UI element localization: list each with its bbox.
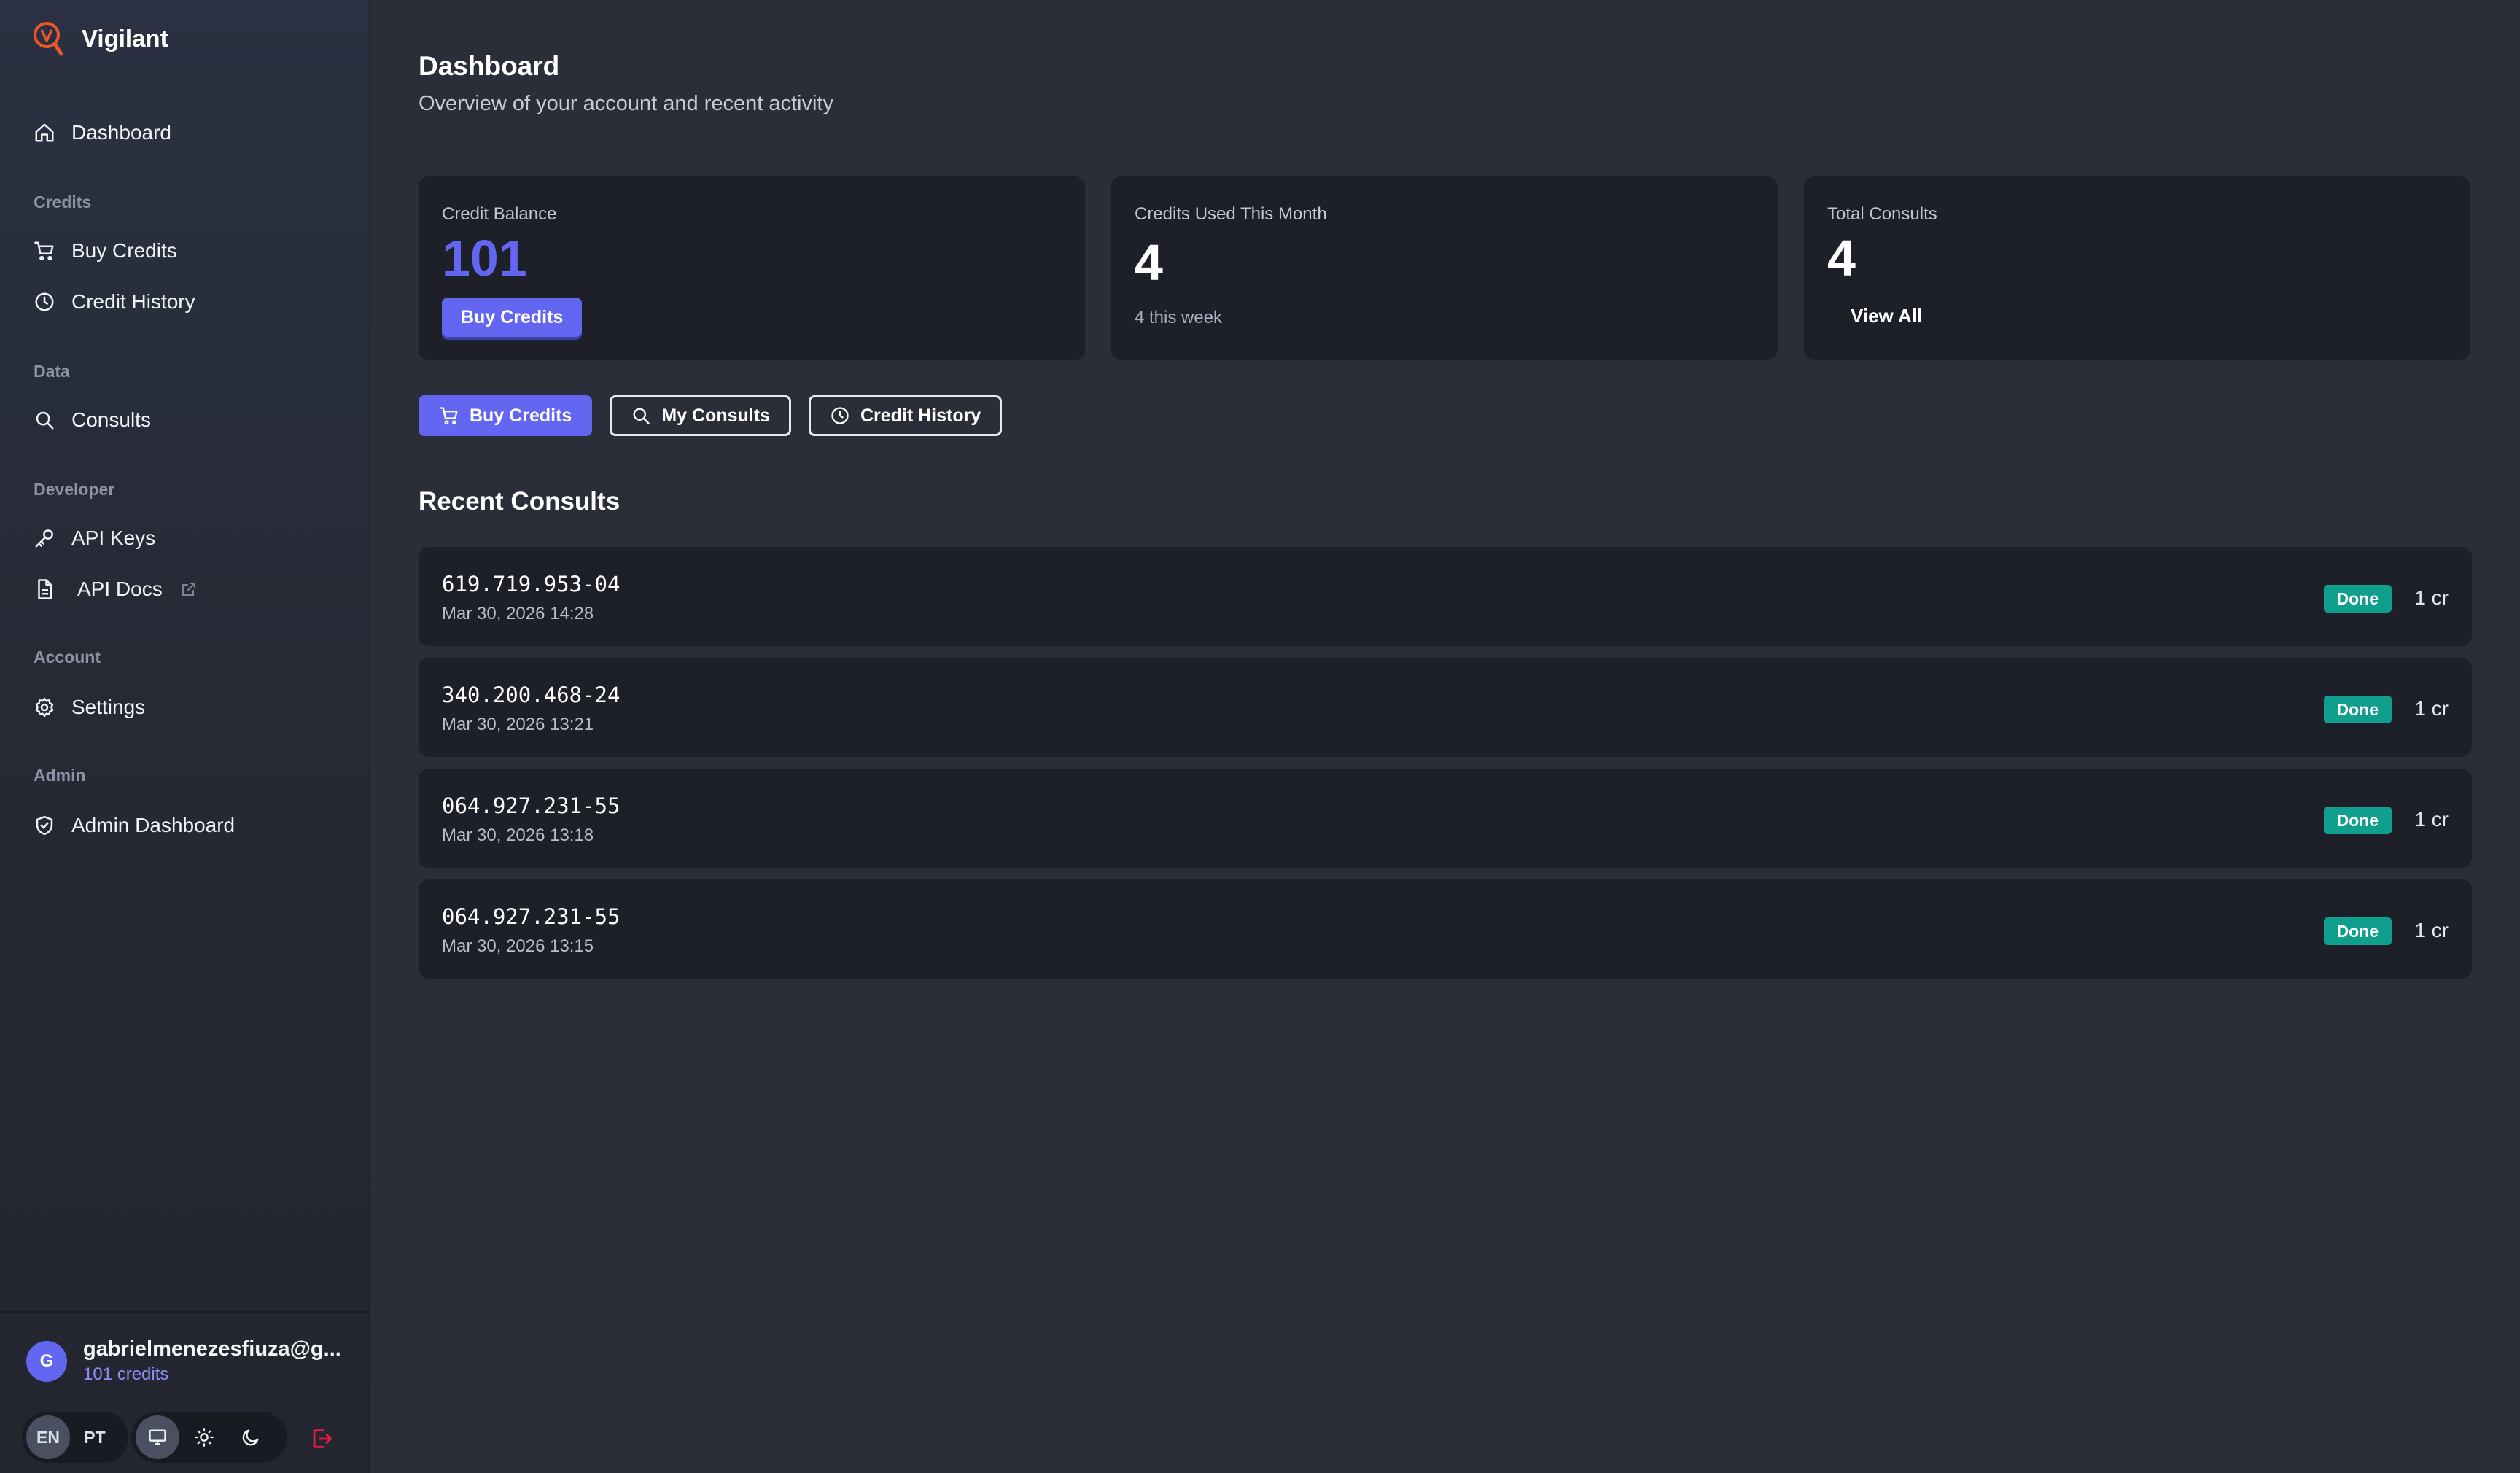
logout-icon[interactable] — [309, 1426, 334, 1451]
sidebar-item-settings[interactable]: Settings — [34, 696, 145, 719]
sidebar-item-api-keys[interactable]: API Keys — [34, 526, 155, 550]
sidebar-section-credits: Credits — [34, 193, 92, 211]
sidebar: Vigilant Dashboard Credits Buy Credits C… — [0, 0, 370, 1473]
status-badge: Done — [2323, 585, 2392, 613]
consult-id: 064.927.231-55 — [442, 793, 621, 818]
sidebar-item-label: API Docs — [77, 578, 163, 600]
user-credits: 101 credits — [83, 1364, 169, 1384]
credits-used-card: Credits Used This Month 4 4 this week — [1111, 176, 1778, 360]
language-pt-button[interactable]: PT — [73, 1415, 117, 1459]
home-icon — [35, 123, 54, 142]
sidebar-item-consults[interactable]: Consults — [34, 408, 151, 432]
theme-dark-button[interactable] — [229, 1415, 273, 1459]
status-badge: Done — [2323, 917, 2392, 945]
card-label: Credits Used This Month — [1135, 204, 1327, 224]
view-all-link[interactable]: View All — [1851, 305, 1922, 327]
sidebar-item-label: API Keys — [71, 526, 156, 549]
sidebar-section-admin: Admin — [34, 766, 86, 785]
status-badge: Done — [2323, 807, 2392, 834]
sidebar-item-buy-credits[interactable]: Buy Credits — [34, 239, 177, 263]
consult-id: 064.927.231-55 — [442, 904, 621, 929]
consult-date: Mar 30, 2026 14:28 — [442, 604, 594, 623]
sidebar-section-developer: Developer — [34, 480, 115, 499]
button-label: My Consults — [661, 405, 770, 426]
sidebar-item-admin-dashboard[interactable]: Admin Dashboard — [34, 814, 235, 837]
button-label: Buy Credits — [470, 405, 572, 426]
consult-cost: 1 cr — [2414, 919, 2449, 941]
sidebar-footer: G gabrielmenezesfiuza@g... 101 credits E… — [0, 1311, 369, 1473]
document-icon — [38, 579, 52, 599]
theme-light-button[interactable] — [182, 1415, 226, 1459]
total-consults-value: 4 — [1827, 230, 1856, 287]
list-item[interactable]: 340.200.468-24 Mar 30, 2026 13:21 Done 1… — [419, 658, 2472, 757]
total-consults-card: Total Consults 4 — [1804, 176, 2470, 360]
status-badge: Done — [2323, 696, 2392, 723]
brand-name: Vigilant — [82, 25, 168, 52]
sidebar-section-data: Data — [34, 362, 70, 381]
user-email: gabrielmenezesfiuza@g... — [83, 1337, 341, 1361]
cart-icon — [34, 241, 54, 261]
button-label: Credit History — [860, 405, 981, 426]
monitor-icon — [149, 1429, 166, 1445]
list-item[interactable]: 064.927.231-55 Mar 30, 2026 13:15 Done 1… — [419, 879, 2472, 979]
recent-consults-list: 619.719.953-04 Mar 30, 2026 14:28 Done 1… — [419, 547, 2472, 990]
page-subtitle: Overview of your account and recent acti… — [419, 92, 833, 115]
my-consults-button[interactable]: My Consults — [610, 395, 791, 436]
sun-icon — [195, 1428, 214, 1447]
card-label: Total Consults — [1827, 204, 1937, 224]
user-profile[interactable]: G gabrielmenezesfiuza@g... 101 credits — [26, 1337, 341, 1385]
credits-used-value: 4 — [1135, 234, 1163, 291]
credits-used-week: 4 this week — [1135, 308, 1223, 327]
consult-date: Mar 30, 2026 13:21 — [442, 715, 594, 734]
sidebar-item-label: Consults — [71, 408, 151, 431]
vigilant-logo-icon — [34, 22, 63, 56]
consult-cost: 1 cr — [2414, 697, 2449, 720]
sidebar-item-label: Dashboard — [71, 121, 171, 144]
sidebar-item-label: Admin Dashboard — [71, 814, 236, 836]
sidebar-item-credit-history[interactable]: Credit History — [34, 290, 195, 314]
list-item[interactable]: 619.719.953-04 Mar 30, 2026 14:28 Done 1… — [419, 547, 2472, 646]
language-switcher: EN PT — [22, 1412, 128, 1463]
clock-icon — [35, 292, 54, 311]
external-link-icon — [182, 583, 195, 596]
recent-consults-title: Recent Consults — [419, 487, 621, 516]
search-icon — [36, 411, 54, 430]
card-buy-credits-button[interactable]: Buy Credits — [442, 298, 583, 337]
consult-id: 619.719.953-04 — [442, 572, 621, 596]
quick-actions: Buy Credits My Consults Credit History — [419, 395, 1003, 436]
theme-system-button[interactable] — [136, 1415, 179, 1459]
sidebar-item-label: Credit History — [71, 290, 195, 313]
app-shell: Vigilant Dashboard Credits Buy Credits C… — [0, 0, 2520, 1473]
consult-date: Mar 30, 2026 13:18 — [442, 825, 594, 845]
credit-history-button[interactable]: Credit History — [808, 395, 1003, 436]
page-title: Dashboard — [419, 51, 560, 81]
search-icon — [633, 408, 650, 424]
list-item[interactable]: 064.927.231-55 Mar 30, 2026 13:18 Done 1… — [419, 769, 2472, 868]
sidebar-item-dashboard[interactable]: Dashboard — [34, 121, 171, 144]
moon-icon — [242, 1429, 259, 1446]
sidebar-section-account: Account — [34, 648, 101, 666]
sidebar-item-label: Settings — [71, 696, 146, 718]
consult-date: Mar 30, 2026 13:15 — [442, 936, 594, 956]
gear-icon — [35, 697, 54, 718]
credit-balance-value: 101 — [442, 230, 527, 287]
sidebar-item-label: Buy Credits — [71, 239, 177, 262]
consult-cost: 1 cr — [2414, 808, 2449, 831]
theme-switcher — [131, 1412, 287, 1463]
key-icon — [35, 529, 53, 548]
consult-id: 340.200.468-24 — [442, 683, 621, 707]
avatar: G — [26, 1340, 67, 1382]
card-label: Credit Balance — [442, 204, 557, 224]
buy-credits-button[interactable]: Buy Credits — [419, 395, 593, 436]
brand[interactable]: Vigilant — [32, 20, 168, 57]
credit-balance-card: Credit Balance 101 Buy Credits — [419, 176, 1085, 360]
sidebar-item-api-docs[interactable]: API Docs — [34, 578, 198, 601]
main-content: Dashboard Overview of your account and r… — [370, 0, 2520, 1473]
cart-icon — [440, 407, 458, 425]
language-en-button[interactable]: EN — [26, 1415, 70, 1459]
clock-icon — [831, 407, 849, 424]
consult-cost: 1 cr — [2414, 586, 2449, 609]
shield-check-icon — [36, 815, 53, 836]
